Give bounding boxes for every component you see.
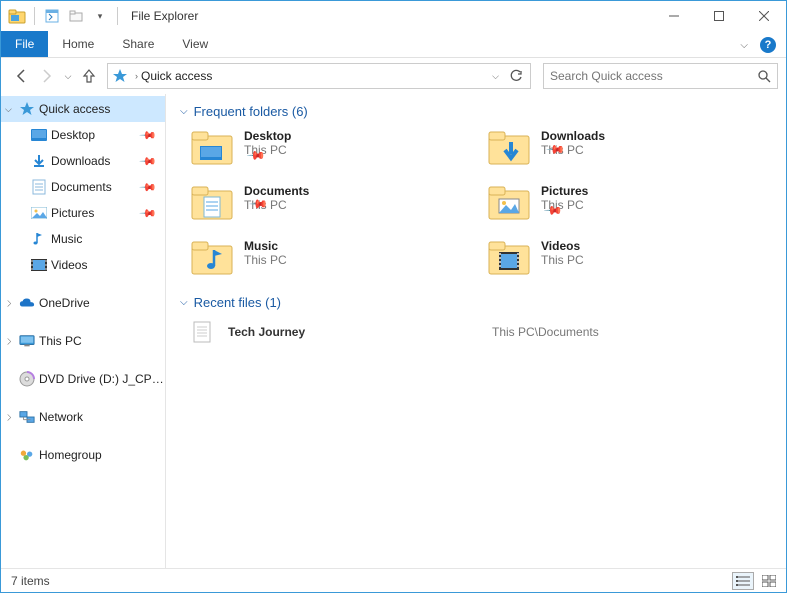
search-box[interactable] [543,63,778,89]
documents-icon [31,179,47,195]
nav-item-network[interactable]: ⌵ Network [1,404,165,430]
ribbon-tab-share[interactable]: Share [108,31,168,57]
ribbon-tab-file[interactable]: File [1,31,48,57]
tree-expand-icon[interactable]: ⌵ [3,300,14,307]
nav-back-button[interactable] [9,64,33,88]
status-item-count: 7 items [11,574,50,588]
group-header-frequent[interactable]: ⌵ Frequent folders (6) [180,104,772,119]
tree-expand-icon[interactable]: ⌵ [5,104,12,115]
separator [117,7,118,25]
videos-icon [31,257,47,273]
navigation-pane[interactable]: ⌵ Quick access Desktop 📌 Downloads 📌 Doc… [1,94,166,568]
folder-music-icon [190,237,234,277]
pictures-icon [31,205,47,221]
quick-access-toolbar: ▾ File Explorer [1,6,198,26]
group-title: Frequent folders (6) [194,104,308,119]
pin-icon: 📌 [139,152,158,171]
folder-videos-icon [487,237,531,277]
nav-item-music[interactable]: Music [1,226,165,252]
folder-pictures-icon [487,182,531,222]
quickaccess-icon [19,101,35,117]
breadcrumb-chevron-icon[interactable]: › [132,71,141,81]
view-thumbnails-button[interactable] [758,572,780,590]
pin-icon: 📌 [139,204,158,223]
ribbon-tab-home[interactable]: Home [48,31,108,57]
nav-item-downloads[interactable]: Downloads 📌 [1,148,165,174]
folder-item-videos[interactable]: Videos This PC [487,237,772,277]
nav-label: Quick access [39,102,165,116]
qat-properties-icon[interactable] [42,6,62,26]
address-history-icon[interactable]: ⌵ [489,71,502,82]
nav-forward-button[interactable] [35,64,59,88]
onedrive-icon [19,295,35,311]
address-bar[interactable]: › Quick access ⌵ [107,63,531,89]
folder-downloads-icon [487,127,531,167]
minimize-button[interactable] [651,1,696,30]
ribbon-expand-icon[interactable]: ⌵ [740,40,748,51]
title-bar: ▾ File Explorer [1,1,786,31]
quickaccess-icon [112,68,128,84]
folder-item-pictures[interactable]: Pictures This PC 📌 [487,182,772,229]
folder-item-desktop[interactable]: Desktop This PC 📌 [190,127,475,174]
breadcrumb-location[interactable]: Quick access [141,69,489,83]
folder-documents-icon [190,182,234,222]
group-title: Recent files (1) [194,295,281,310]
body: ⌵ Quick access Desktop 📌 Downloads 📌 Doc… [1,94,786,568]
qat-newfolder-icon[interactable] [66,6,86,26]
collapse-icon[interactable]: ⌵ [180,106,188,117]
folder-item-documents[interactable]: Documents This PC 📌 [190,182,475,229]
frequent-folders-grid: Desktop This PC 📌 Downloads This PC 📌 Do… [190,127,772,277]
nav-item-documents[interactable]: Documents 📌 [1,174,165,200]
tree-expand-icon[interactable]: ⌵ [3,414,14,421]
status-bar: 7 items [1,568,786,592]
help-icon[interactable]: ? [760,37,776,53]
nav-item-homegroup[interactable]: Homegroup [1,442,165,468]
thispc-icon [19,333,35,349]
file-icon [190,321,214,343]
content-pane[interactable]: ⌵ Frequent folders (6) Desktop This PC 📌… [166,94,786,568]
address-bar-row: ⌵ › Quick access ⌵ [1,58,786,94]
homegroup-icon [19,447,35,463]
folder-item-music[interactable]: Music This PC [190,237,475,277]
search-input[interactable] [550,69,757,83]
tree-expand-icon[interactable]: ⌵ [3,338,14,345]
ribbon: File Home Share View ⌵ ? [1,31,786,58]
nav-item-onedrive[interactable]: ⌵ OneDrive [1,290,165,316]
desktop-icon [31,127,47,143]
ribbon-tab-view[interactable]: View [168,31,222,57]
refresh-button[interactable] [506,66,526,86]
nav-item-videos[interactable]: Videos [1,252,165,278]
folder-item-downloads[interactable]: Downloads This PC 📌 [487,127,772,174]
view-details-button[interactable] [732,572,754,590]
nav-item-pictures[interactable]: Pictures 📌 [1,200,165,226]
nav-item-quickaccess[interactable]: ⌵ Quick access [1,96,165,122]
nav-recent-dropdown[interactable]: ⌵ [61,64,75,88]
pin-icon: 📌 [139,178,158,197]
window-controls [651,1,786,30]
separator [34,7,35,25]
search-icon[interactable] [757,69,771,83]
pin-icon: 📌 [139,126,158,145]
network-icon [19,409,35,425]
music-icon [31,231,47,247]
maximize-button[interactable] [696,1,741,30]
recent-files-list: Tech Journey This PC\Documents [190,318,772,346]
dvd-icon [19,371,35,387]
nav-up-button[interactable] [77,64,101,88]
app-icon [7,6,27,26]
collapse-icon[interactable]: ⌵ [180,297,188,308]
group-header-recent[interactable]: ⌵ Recent files (1) [180,295,772,310]
qat-customize-icon[interactable]: ▾ [90,6,110,26]
window-title: File Explorer [131,9,198,23]
folder-desktop-icon [190,127,234,167]
nav-item-thispc[interactable]: ⌵ This PC [1,328,165,354]
close-button[interactable] [741,1,786,30]
nav-item-desktop[interactable]: Desktop 📌 [1,122,165,148]
nav-item-dvd[interactable]: DVD Drive (D:) J_CPRA [1,366,165,392]
recent-file-item[interactable]: Tech Journey This PC\Documents [190,318,772,346]
downloads-icon [31,153,47,169]
